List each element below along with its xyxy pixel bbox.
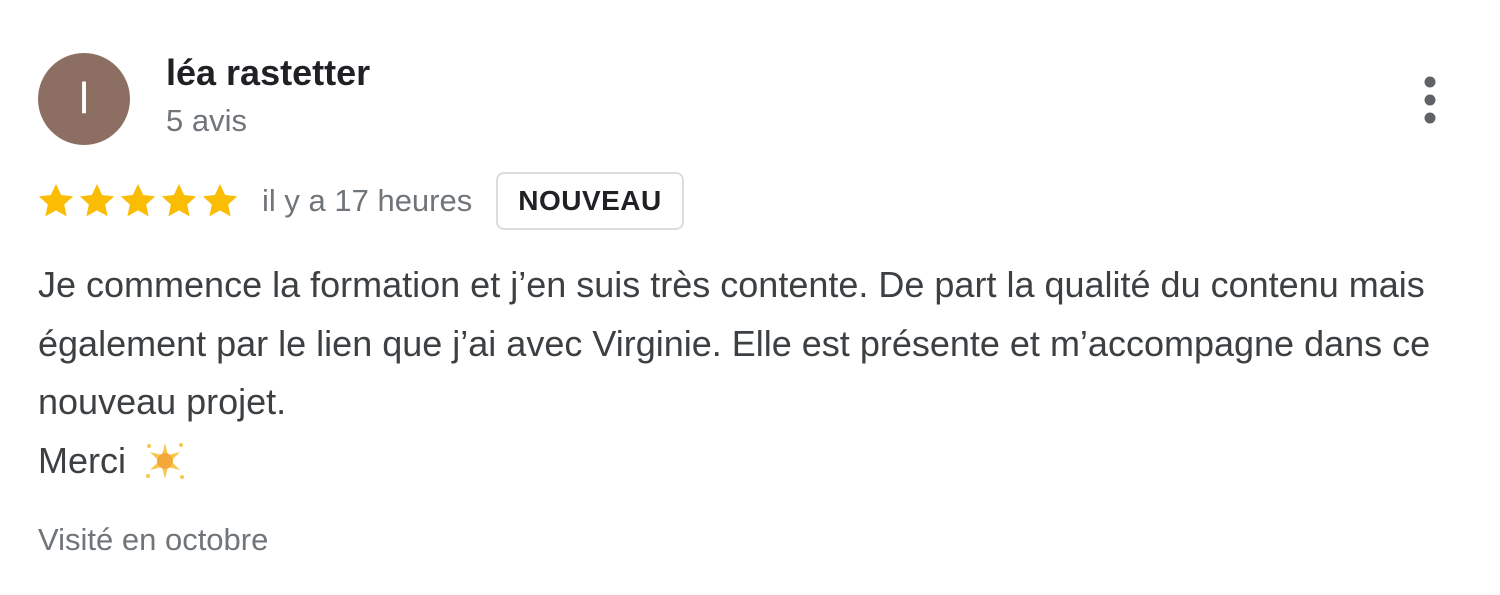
star-icon — [202, 184, 238, 217]
star-icon — [79, 184, 115, 217]
star-icon — [38, 184, 74, 217]
star-rating — [36, 181, 240, 221]
new-badge: NOUVEAU — [496, 172, 684, 230]
review-time: il y a 17 heures — [262, 183, 473, 218]
review-card: l léa rastetter 5 avis il y a 17 heures … — [0, 0, 1500, 595]
author-name[interactable]: léa rastetter — [166, 52, 370, 94]
rating-row: il y a 17 heures NOUVEAU — [36, 170, 684, 232]
review-paragraph: Je commence la formation et j’en suis tr… — [38, 264, 1431, 422]
thanks-text: Merci — [38, 439, 126, 481]
star-icon — [161, 184, 197, 217]
more-options-button[interactable] — [1402, 70, 1458, 130]
author-review-count[interactable]: 5 avis — [166, 103, 247, 139]
star-icon — [120, 184, 156, 217]
review-closing: Merci — [38, 432, 1458, 491]
more-vert-icon — [1424, 76, 1436, 124]
visit-date: Visité en octobre — [38, 522, 269, 557]
review-text: Je commence la formation et j’en suis tr… — [38, 256, 1458, 490]
avatar-initial: l — [79, 74, 89, 123]
avatar[interactable]: l — [38, 53, 130, 145]
glowing-star-icon — [146, 442, 184, 479]
